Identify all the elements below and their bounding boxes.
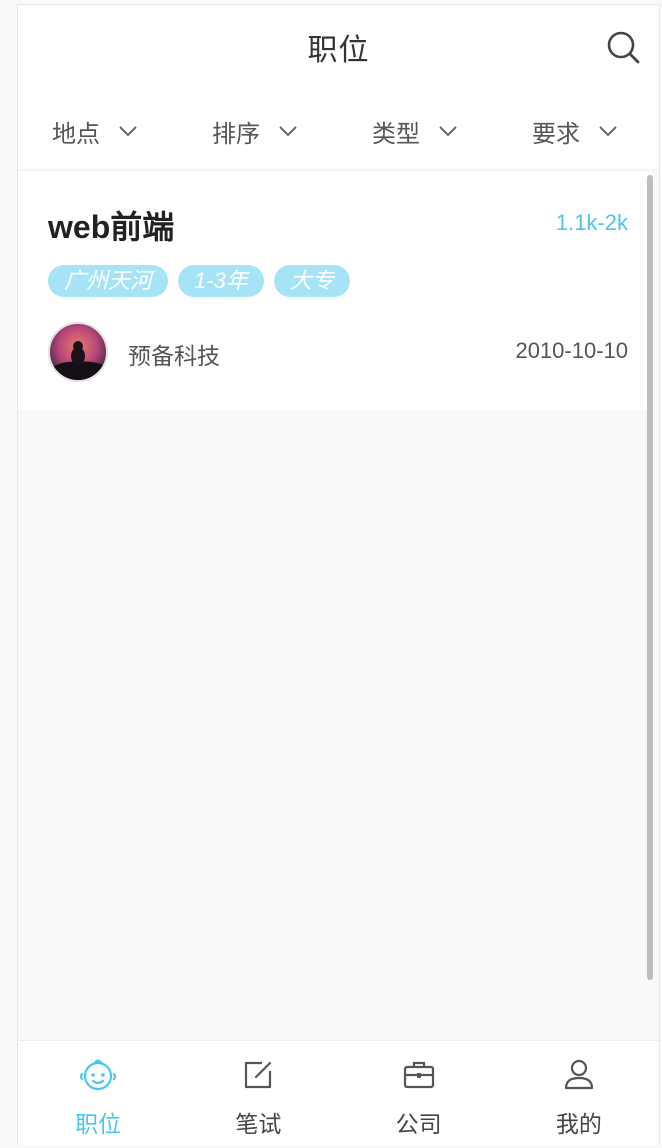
company-name: 预备科技	[128, 344, 220, 370]
filter-location[interactable]: 地点	[52, 111, 138, 151]
app-screen: 职位 地点 排序 类型 要求 web前端 1.1k-2k 广州天河 1-3年 大…	[17, 4, 660, 1145]
job-tags: 广州天河 1-3年 大专	[48, 265, 360, 297]
filter-requirement[interactable]: 要求	[532, 111, 618, 151]
tab-label: 笔试	[235, 1112, 282, 1138]
search-icon	[607, 31, 640, 64]
filter-type[interactable]: 类型	[372, 111, 458, 151]
tag-education: 大专	[273, 265, 350, 297]
scrollbar[interactable]	[647, 175, 653, 980]
filter-label: 地点	[52, 119, 100, 148]
job-card[interactable]: web前端 1.1k-2k 广州天河 1-3年 大专 预备科技 2010-10-…	[18, 172, 652, 410]
page-title: 职位	[307, 33, 370, 68]
edit-icon	[245, 1061, 272, 1089]
chevron-down-icon	[439, 126, 457, 137]
tag-location: 广州天河	[48, 265, 169, 297]
job-salary: 1.1k-2k	[555, 210, 628, 235]
filter-label: 类型	[372, 119, 420, 148]
filter-bar: 地点 排序 类型 要求	[18, 89, 659, 170]
search-button[interactable]	[605, 29, 641, 65]
tag-experience: 1-3年	[178, 265, 264, 297]
tab-label: 职位	[75, 1112, 122, 1138]
tab-label: 公司	[395, 1112, 442, 1138]
filter-label: 排序	[212, 119, 260, 148]
bottom-tab-bar: 职位 笔试 公司 我的	[18, 1040, 659, 1145]
tab-company[interactable]: 公司	[339, 1041, 499, 1145]
tab-exam[interactable]: 笔试	[178, 1041, 338, 1145]
job-title: web前端	[48, 209, 175, 245]
company-avatar	[48, 322, 108, 382]
top-bar: 职位	[18, 5, 659, 89]
job-date: 2010-10-10	[515, 338, 628, 363]
user-icon	[564, 1059, 593, 1090]
filter-sort[interactable]: 排序	[212, 111, 298, 151]
tab-mine[interactable]: 我的	[499, 1041, 659, 1145]
chevron-down-icon	[119, 126, 137, 137]
briefcase-icon	[403, 1061, 434, 1089]
baby-face-icon	[80, 1059, 117, 1091]
tab-jobs[interactable]: 职位	[18, 1041, 178, 1145]
tab-label: 我的	[555, 1112, 602, 1138]
chevron-down-icon	[599, 126, 617, 137]
company-logo-image	[50, 341, 106, 380]
chevron-down-icon	[279, 126, 297, 137]
filter-label: 要求	[532, 119, 580, 148]
